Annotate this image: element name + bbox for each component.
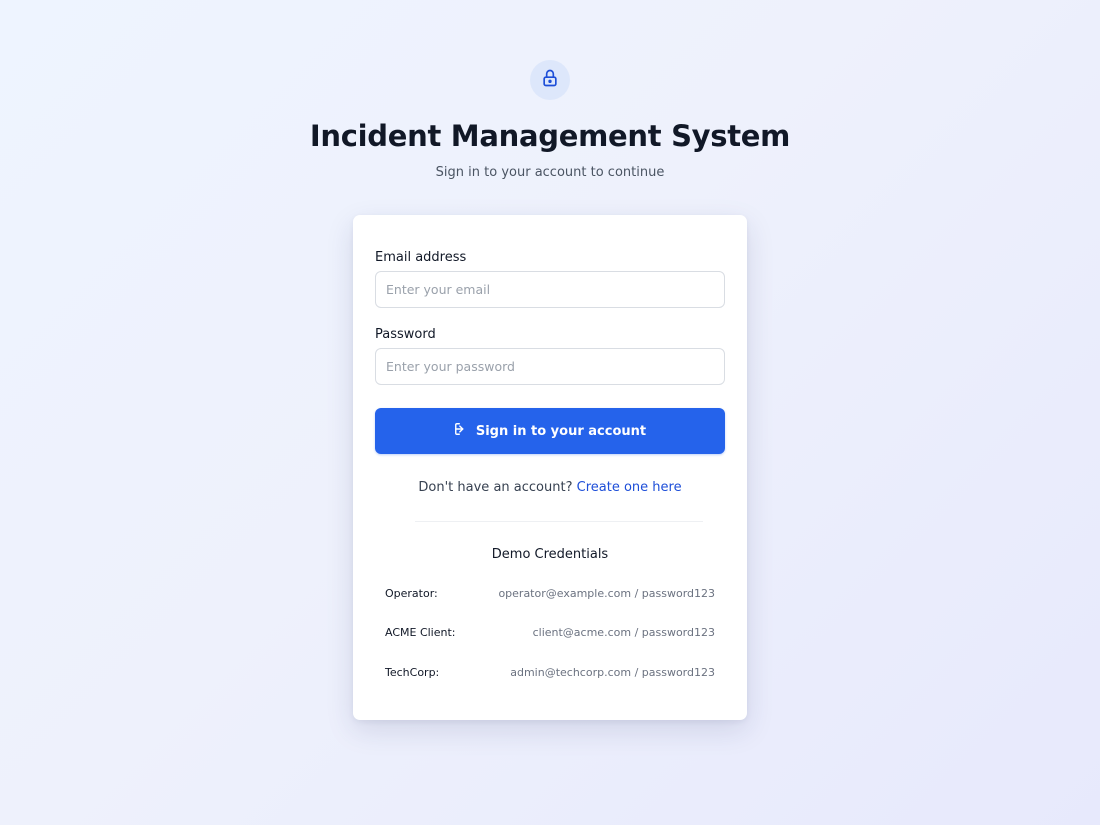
login-icon xyxy=(454,422,468,440)
divider xyxy=(415,521,703,522)
create-account-link[interactable]: Create one here xyxy=(577,480,682,495)
demo-credentials-title: Demo Credentials xyxy=(491,547,609,562)
password-input[interactable] xyxy=(375,348,725,385)
credential-value: admin@techcorp.com / password123 xyxy=(510,666,715,679)
lock-icon xyxy=(540,68,560,92)
lock-badge xyxy=(530,60,570,100)
page-title: Incident Management System xyxy=(309,119,791,153)
credential-role: Operator: xyxy=(385,587,438,600)
email-label: Email address xyxy=(375,250,467,265)
password-label: Password xyxy=(375,327,436,342)
credential-role: TechCorp: xyxy=(385,666,440,679)
credential-value: operator@example.com / password123 xyxy=(498,587,715,600)
email-input[interactable] xyxy=(375,271,725,308)
login-card: Email address Password Sign in to your a… xyxy=(353,215,747,720)
credential-row: TechCorp: admin@techcorp.com / password1… xyxy=(385,666,715,679)
page-subtitle: Sign in to your account to continue xyxy=(435,165,665,180)
signup-prompt: Don't have an account? Create one here xyxy=(353,480,747,495)
signup-text: Don't have an account? xyxy=(418,480,573,495)
credential-value: client@acme.com / password123 xyxy=(532,626,715,639)
credential-row: Operator: operator@example.com / passwor… xyxy=(385,587,715,600)
credential-role: ACME Client: xyxy=(385,626,456,639)
sign-in-label: Sign in to your account xyxy=(475,423,647,439)
credential-row: ACME Client: client@acme.com / password1… xyxy=(385,626,715,639)
sign-in-button[interactable]: Sign in to your account xyxy=(375,408,725,454)
